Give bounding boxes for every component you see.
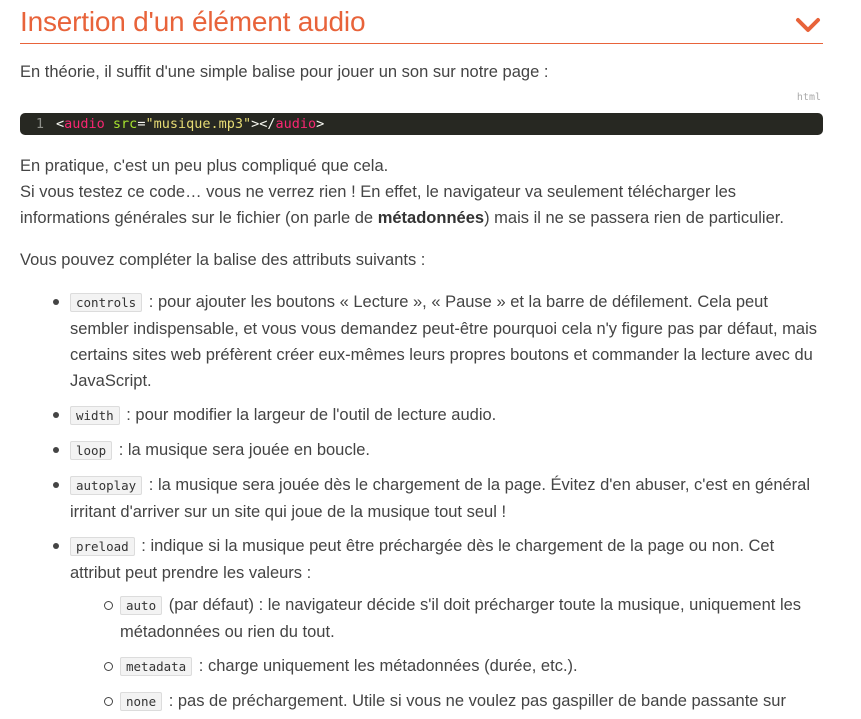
inline-code: loop	[70, 441, 113, 460]
code-line: <audio src="musique.mp3"></audio>	[48, 116, 324, 132]
practice-text: En pratique, c'est un peu plus compliqué…	[20, 157, 389, 175]
code-token-attr: src	[112, 116, 138, 132]
test-text-after: ) mais il ne se passera rien de particul…	[484, 209, 784, 227]
list-item-text: : pour ajouter les boutons « Lecture », …	[70, 293, 818, 390]
preload-values-list: auto (par défaut) : le navigateur décide…	[70, 592, 823, 719]
code-token-tag: audio	[275, 116, 317, 132]
sub-list-item-auto: auto (par défaut) : le navigateur décide…	[104, 592, 823, 645]
inline-code: none	[120, 692, 163, 711]
inline-code: metadata	[120, 657, 193, 676]
code-language-label: html	[796, 92, 821, 103]
sub-list-item-text: : pas de préchargement. Utile si vous ne…	[168, 692, 786, 710]
list-item-text: : la musique sera jouée dès le chargemen…	[70, 476, 811, 521]
list-item-text: : indique si la musique peut être précha…	[70, 537, 775, 582]
code-token-punct: <	[56, 116, 65, 132]
inline-code: width	[70, 406, 120, 425]
list-item-preload: preload : indique si la musique peut êtr…	[53, 533, 823, 719]
list-item-controls: controls : pour ajouter les boutons « Le…	[53, 289, 823, 394]
attributes-list: controls : pour ajouter les boutons « Le…	[20, 289, 823, 719]
code-block: 1 <audio src="musique.mp3"></audio>	[20, 113, 823, 135]
code-token-punct: ></	[251, 116, 276, 132]
metadata-term: métadonnées	[377, 209, 485, 227]
list-item-text: : pour modifier la largeur de l'outil de…	[121, 406, 497, 424]
list-item-width: width : pour modifier la largeur de l'ou…	[53, 402, 823, 429]
inline-code: preload	[70, 537, 135, 556]
section-header[interactable]: Insertion d'un élément audio	[20, 0, 823, 44]
practice-paragraph: En pratique, c'est un peu plus compliqué…	[20, 153, 823, 231]
inline-code: controls	[70, 293, 143, 312]
sub-list-item-none: none : pas de préchargement. Utile si vo…	[104, 688, 823, 719]
inline-code: autoplay	[70, 476, 143, 495]
sub-list-item-metadata: metadata : charge uniquement les métadon…	[104, 653, 823, 680]
list-item-loop: loop : la musique sera jouée en boucle.	[53, 437, 823, 464]
sub-list-item-text: (par défaut) : le navigateur décide s'il…	[120, 596, 802, 641]
attributes-intro: Vous pouvez compléter la balise des attr…	[20, 251, 426, 269]
code-token-string: "musique.mp3"	[145, 116, 252, 132]
sub-list-item-text: : charge uniquement les métadonnées (dur…	[194, 657, 578, 675]
chevron-down-icon[interactable]	[795, 16, 821, 34]
code-token-punct: >	[316, 116, 325, 132]
inline-code: auto	[120, 596, 163, 615]
code-block-container: html 1 <audio src="musique.mp3"></audio>	[20, 92, 823, 135]
code-token-tag: audio	[64, 116, 105, 132]
list-item-text: : la musique sera jouée en boucle.	[114, 441, 371, 459]
list-item-autoplay: autoplay : la musique sera jouée dès le …	[53, 472, 823, 525]
section-title: Insertion d'un élément audio	[20, 6, 366, 37]
intro-text: En théorie, il suffit d'une simple balis…	[20, 63, 549, 81]
line-number: 1	[35, 116, 44, 132]
page: Insertion d'un élément audio En théorie,…	[0, 0, 861, 719]
